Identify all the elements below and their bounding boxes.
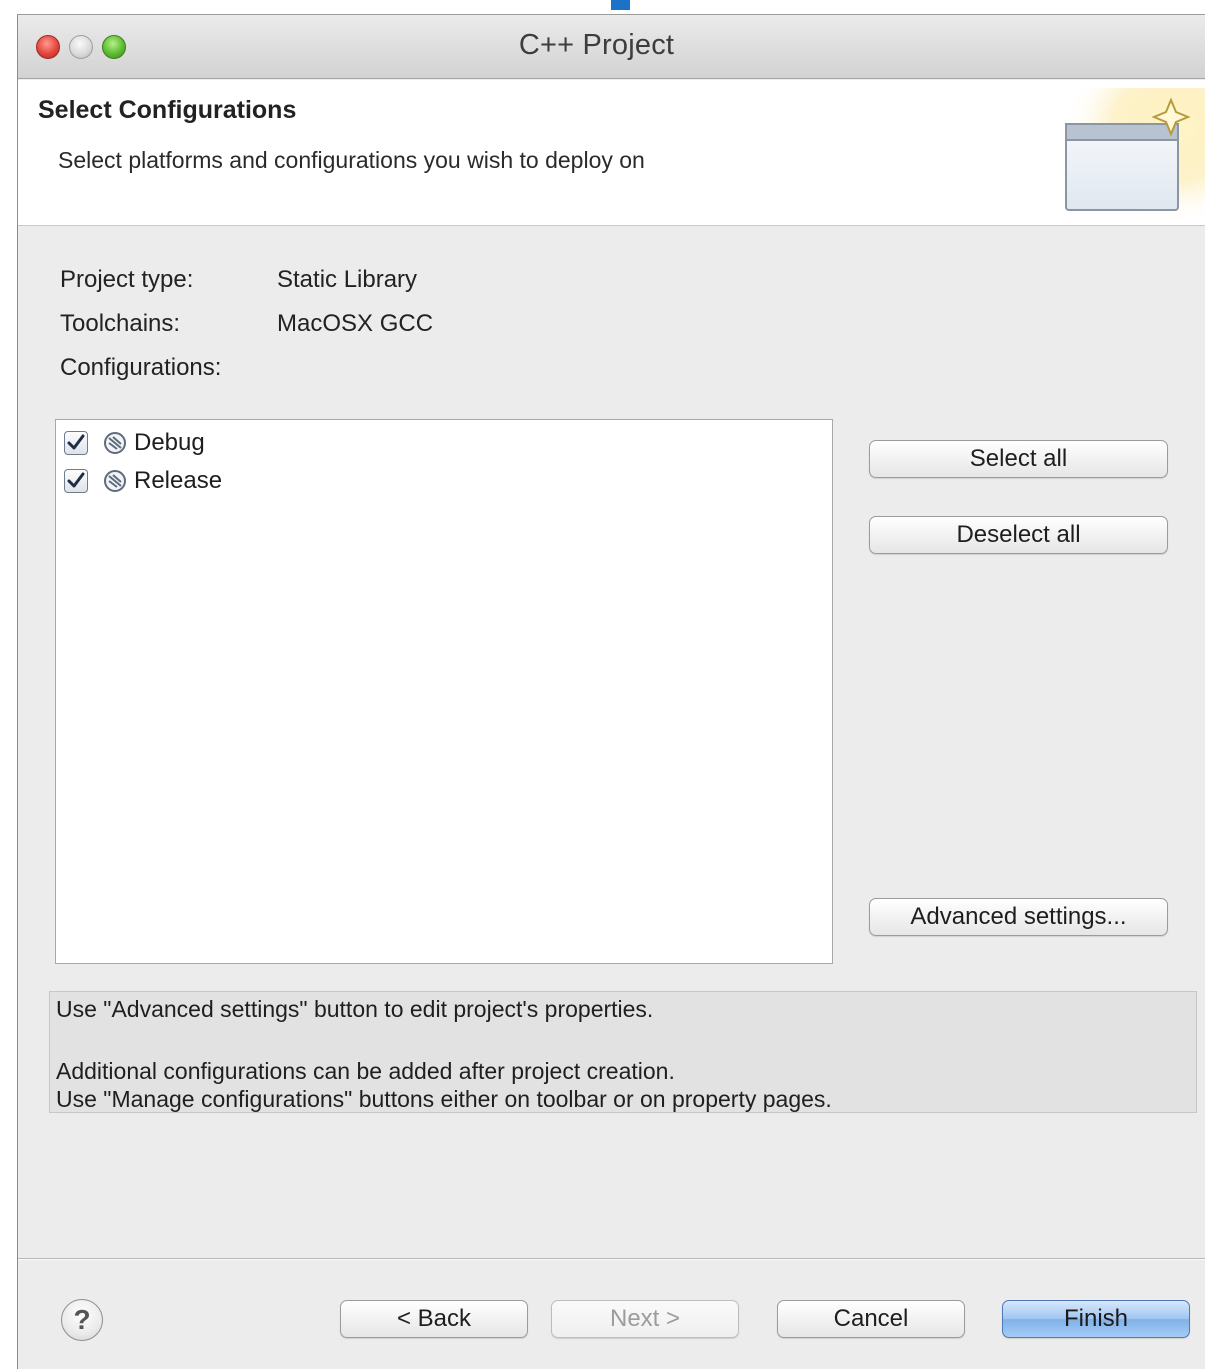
background-window-accent: [611, 0, 630, 10]
message-line: Use "Advanced settings" button to edit p…: [56, 996, 654, 1022]
cpp-project-dialog: C++ Project Select Configurations Select…: [17, 14, 1205, 1369]
build-configuration-icon: [104, 432, 126, 454]
message-line: Use "Manage configurations" buttons eith…: [56, 1086, 832, 1112]
config-label-debug: Debug: [134, 429, 205, 456]
message-line: Additional configurations can be added a…: [56, 1058, 675, 1084]
finish-button[interactable]: Finish: [1002, 1300, 1190, 1338]
advanced-settings-button[interactable]: Advanced settings...: [869, 898, 1168, 936]
toolchains-value: MacOSX GCC: [277, 310, 434, 337]
config-label-release: Release: [134, 467, 223, 494]
title-bar[interactable]: C++ Project: [18, 15, 1205, 79]
footer-separator: [18, 1258, 1205, 1260]
select-all-button[interactable]: Select all: [869, 440, 1168, 478]
configurations-list[interactable]: Debug Release: [55, 419, 833, 964]
screen: C++ Project Select Configurations Select…: [0, 0, 1205, 1369]
question-mark-icon: ?: [73, 1304, 91, 1335]
debug-checkbox[interactable]: [64, 431, 88, 455]
new-window-wizard-icon: [1058, 88, 1205, 220]
configurations-label: Configurations:: [60, 354, 222, 381]
help-button[interactable]: ?: [61, 1299, 103, 1341]
config-item-debug[interactable]: Debug: [64, 426, 205, 460]
back-button[interactable]: < Back: [340, 1300, 528, 1338]
checkmark-icon: [67, 472, 85, 488]
cancel-button[interactable]: Cancel: [777, 1300, 965, 1338]
info-message-area: Use "Advanced settings" button to edit p…: [49, 991, 1197, 1113]
build-configuration-icon: [104, 470, 126, 492]
next-button[interactable]: Next >: [551, 1300, 739, 1338]
deselect-all-button[interactable]: Deselect all: [869, 516, 1168, 554]
toolchains-label: Toolchains:: [60, 310, 181, 337]
project-type-label: Project type:: [60, 266, 194, 293]
config-item-release[interactable]: Release: [64, 464, 222, 498]
project-type-value: Static Library: [277, 266, 418, 293]
page-title: Select Configurations: [38, 96, 297, 124]
release-checkbox[interactable]: [64, 469, 88, 493]
page-description: Select platforms and configurations you …: [58, 147, 645, 173]
wizard-header: Select Configurations Select platforms a…: [18, 80, 1205, 226]
checkmark-icon: [67, 434, 85, 450]
window-title: C++ Project: [518, 29, 675, 61]
